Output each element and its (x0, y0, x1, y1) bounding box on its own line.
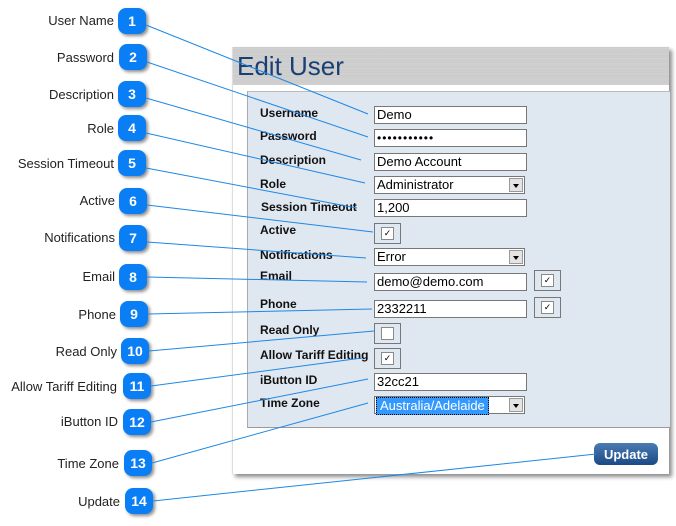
callout-label-email: Email (82, 269, 115, 284)
callout-badge-6: 6 (119, 188, 147, 214)
email-notify-checkbox[interactable]: ✓ (541, 274, 554, 287)
callout-label-ibutton-id: iButton ID (60, 414, 118, 429)
callout-label-password: Password (56, 50, 114, 65)
callout-label-notifications: Notifications (44, 230, 115, 245)
callout-badge-11: 11 (123, 373, 151, 399)
phone-notify-checkbox[interactable]: ✓ (541, 301, 554, 314)
email-label: Email (260, 269, 293, 283)
session-timeout-label: Session Timeout (261, 200, 357, 214)
time-zone-label: Time Zone (260, 396, 320, 410)
password-input[interactable]: ••••••••••• (374, 129, 527, 147)
phone-label: Phone (260, 297, 297, 311)
callout-label-user-name: User Name (48, 13, 114, 28)
edit-user-panel: Edit User Username Demo Password •••••••… (232, 47, 670, 474)
username-input[interactable]: Demo (374, 106, 527, 124)
edit-user-form: Username Demo Password ••••••••••• Descr… (247, 91, 670, 428)
role-label: Role (260, 177, 287, 191)
callout-badge-2: 2 (119, 44, 147, 70)
active-label: Active (260, 223, 297, 237)
allow-tariff-editing-label: Allow Tariff Editing (260, 348, 369, 362)
username-label: Username (260, 106, 319, 120)
description-input[interactable]: Demo Account (374, 153, 527, 171)
notifications-label: Notifications (260, 248, 333, 262)
update-button[interactable]: Update (594, 443, 658, 465)
callout-badge-14: 14 (125, 488, 153, 514)
read-only-checkbox-frame (374, 323, 401, 344)
active-checkbox[interactable]: ✓ (381, 227, 394, 240)
callout-label-update: Update (78, 494, 120, 509)
callout-badge-7: 7 (119, 225, 147, 251)
email-notify-checkbox-frame: ✓ (534, 270, 561, 291)
phone-input[interactable]: 2332211 (374, 300, 527, 318)
callout-badge-10: 10 (121, 338, 149, 364)
callout-label-read-only: Read Only (55, 344, 117, 359)
callout-badge-9: 9 (120, 301, 148, 327)
callout-label-phone: Phone (78, 307, 116, 322)
callout-label-time-zone: Time Zone (57, 456, 119, 471)
email-input[interactable]: demo@demo.com (374, 273, 527, 291)
allow-tariff-editing-checkbox[interactable]: ✓ (381, 352, 394, 365)
callout-badge-3: 3 (118, 81, 146, 107)
ibutton-id-label: iButton ID (260, 373, 318, 387)
session-timeout-input[interactable]: 1,200 (374, 199, 527, 217)
active-checkbox-frame: ✓ (374, 223, 401, 244)
callout-label-active: Active (79, 193, 115, 208)
chevron-down-icon[interactable] (509, 398, 523, 412)
panel-title: Edit User (237, 51, 344, 81)
panel-header: Edit User (233, 47, 669, 85)
description-label: Description (260, 153, 327, 167)
callout-badge-5: 5 (118, 150, 146, 176)
allow-tariff-editing-checkbox-frame: ✓ (374, 348, 401, 369)
callout-badge-1: 1 (118, 8, 146, 34)
callout-label-allow-tariff-editing: Allow Tariff Editing (11, 379, 117, 394)
callout-badge-13: 13 (124, 450, 152, 476)
read-only-checkbox[interactable] (381, 327, 394, 340)
role-select-value: Administrator (377, 177, 454, 192)
role-select[interactable]: Administrator (374, 176, 525, 194)
notifications-select[interactable]: Error (374, 248, 525, 266)
ibutton-id-input[interactable]: 32cc21 (374, 373, 527, 391)
callout-label-description: Description (48, 87, 114, 102)
chevron-down-icon[interactable] (509, 178, 523, 192)
callout-label-role: Role (87, 121, 114, 136)
callout-badge-8: 8 (119, 264, 147, 290)
read-only-label: Read Only (260, 323, 320, 337)
time-zone-select[interactable]: Australia/Adelaide (374, 396, 525, 415)
callout-badge-12: 12 (123, 409, 151, 435)
callout-label-session-timeout: Session Timeout (17, 156, 114, 171)
chevron-down-icon[interactable] (509, 250, 523, 264)
time-zone-select-value: Australia/Adelaide (376, 397, 489, 415)
phone-notify-checkbox-frame: ✓ (534, 297, 561, 318)
password-label: Password (260, 129, 317, 143)
callout-badge-4: 4 (118, 115, 146, 141)
notifications-select-value: Error (377, 249, 406, 264)
